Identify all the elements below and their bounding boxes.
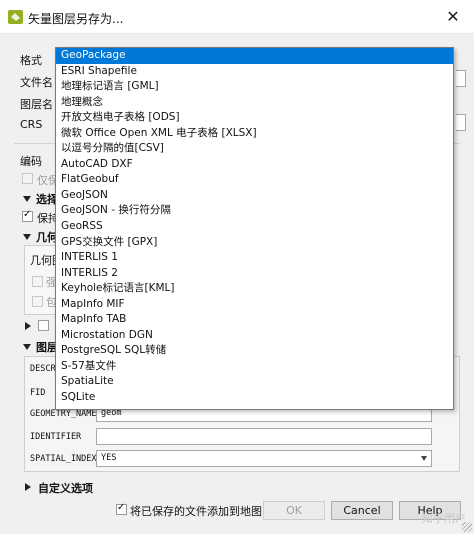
geometry-name-label: GEOMETRY_NAME <box>30 409 97 419</box>
format-label: 格式 <box>20 54 42 67</box>
format-option[interactable]: FlatGeobuf <box>56 172 453 188</box>
format-option[interactable]: MapInfo TAB <box>56 312 453 328</box>
qgis-icon <box>8 10 23 24</box>
filename-label: 文件名 <box>20 76 53 89</box>
add-to-map-checkbox[interactable] <box>116 502 127 515</box>
spatial-index-label: SPATIAL_INDEX <box>30 454 97 464</box>
layer-name-label: 图层名 <box>20 98 53 111</box>
format-option[interactable]: INTERLIS 1 <box>56 250 453 266</box>
expand-geometry-icon[interactable] <box>23 234 31 240</box>
format-option[interactable]: GeoJSON <box>56 188 453 204</box>
keep-original-checkbox[interactable] <box>22 209 33 222</box>
identifier-label: IDENTIFIER <box>30 432 82 442</box>
format-option[interactable]: GeoRSS <box>56 219 453 235</box>
format-option[interactable]: GeoJSON - 换行符分隔 <box>56 203 453 219</box>
format-option[interactable]: PostgreSQL SQL转储 <box>56 343 453 359</box>
format-option[interactable]: 地理概念 <box>56 95 453 111</box>
extent-checkbox[interactable] <box>38 320 49 331</box>
resize-grip[interactable] <box>462 522 472 532</box>
format-option[interactable]: 开放文档电子表格 [ODS] <box>56 110 453 126</box>
format-option[interactable]: 地理标记语言 [GML] <box>56 79 453 95</box>
spatial-index-select[interactable]: YES <box>96 450 432 467</box>
ok-button[interactable]: OK <box>263 501 325 520</box>
add-to-map-label: 将已保存的文件添加到地图中 <box>130 505 273 518</box>
chevron-down-icon <box>421 456 427 461</box>
expand-custom-options-icon[interactable] <box>25 483 31 491</box>
format-option[interactable]: MapInfo MIF <box>56 297 453 313</box>
format-option[interactable]: Microstation DGN <box>56 328 453 344</box>
format-option[interactable]: INTERLIS 2 <box>56 266 453 282</box>
custom-options-header: 自定义选项 <box>38 482 93 495</box>
spatial-index-value: YES <box>101 453 117 463</box>
description-label: DESCR <box>30 364 56 374</box>
format-option[interactable]: SpatiaLite <box>56 374 453 390</box>
window-title: 矢量图层另存为... <box>28 12 124 26</box>
format-option[interactable]: S-57基文件 <box>56 359 453 375</box>
format-option[interactable]: ESRI Shapefile <box>56 64 453 80</box>
format-option[interactable]: SQLite <box>56 390 453 406</box>
identifier-field[interactable] <box>96 428 432 445</box>
expand-select-fields-icon[interactable] <box>23 196 31 202</box>
encoding-label: 编码 <box>20 155 42 168</box>
crs-selector-button[interactable] <box>456 114 466 131</box>
format-option[interactable]: GeoPackage <box>56 48 453 64</box>
crs-label: CRS <box>20 118 43 131</box>
format-option[interactable]: GPS交换文件 [GPX] <box>56 235 453 251</box>
format-option[interactable]: 微软 Office Open XML 电子表格 [XLSX] <box>56 126 453 142</box>
close-icon[interactable]: ✕ <box>442 7 464 27</box>
filename-browse-button[interactable] <box>456 70 466 87</box>
expand-extent-icon[interactable] <box>25 322 31 330</box>
format-option[interactable]: AutoCAD DXF <box>56 157 453 173</box>
force-multi-checkbox[interactable] <box>32 276 43 287</box>
fid-label: FID <box>30 388 46 398</box>
title-bar: 矢量图层另存为... ✕ <box>0 0 474 34</box>
format-dropdown-list[interactable]: GeoPackage ESRI Shapefile 地理标记语言 [GML] 地理概念… <box>55 47 454 410</box>
format-option[interactable]: Keyhole标记语言[KML] <box>56 281 453 297</box>
format-option[interactable]: 以逗号分隔的值[CSV] <box>56 141 453 157</box>
watermark: 知乎用户 <box>422 512 466 525</box>
expand-layer-options-icon[interactable] <box>23 344 31 350</box>
include-z-checkbox[interactable] <box>32 296 43 307</box>
cancel-button[interactable]: Cancel <box>331 501 393 520</box>
save-only-selected-checkbox[interactable] <box>22 173 33 184</box>
